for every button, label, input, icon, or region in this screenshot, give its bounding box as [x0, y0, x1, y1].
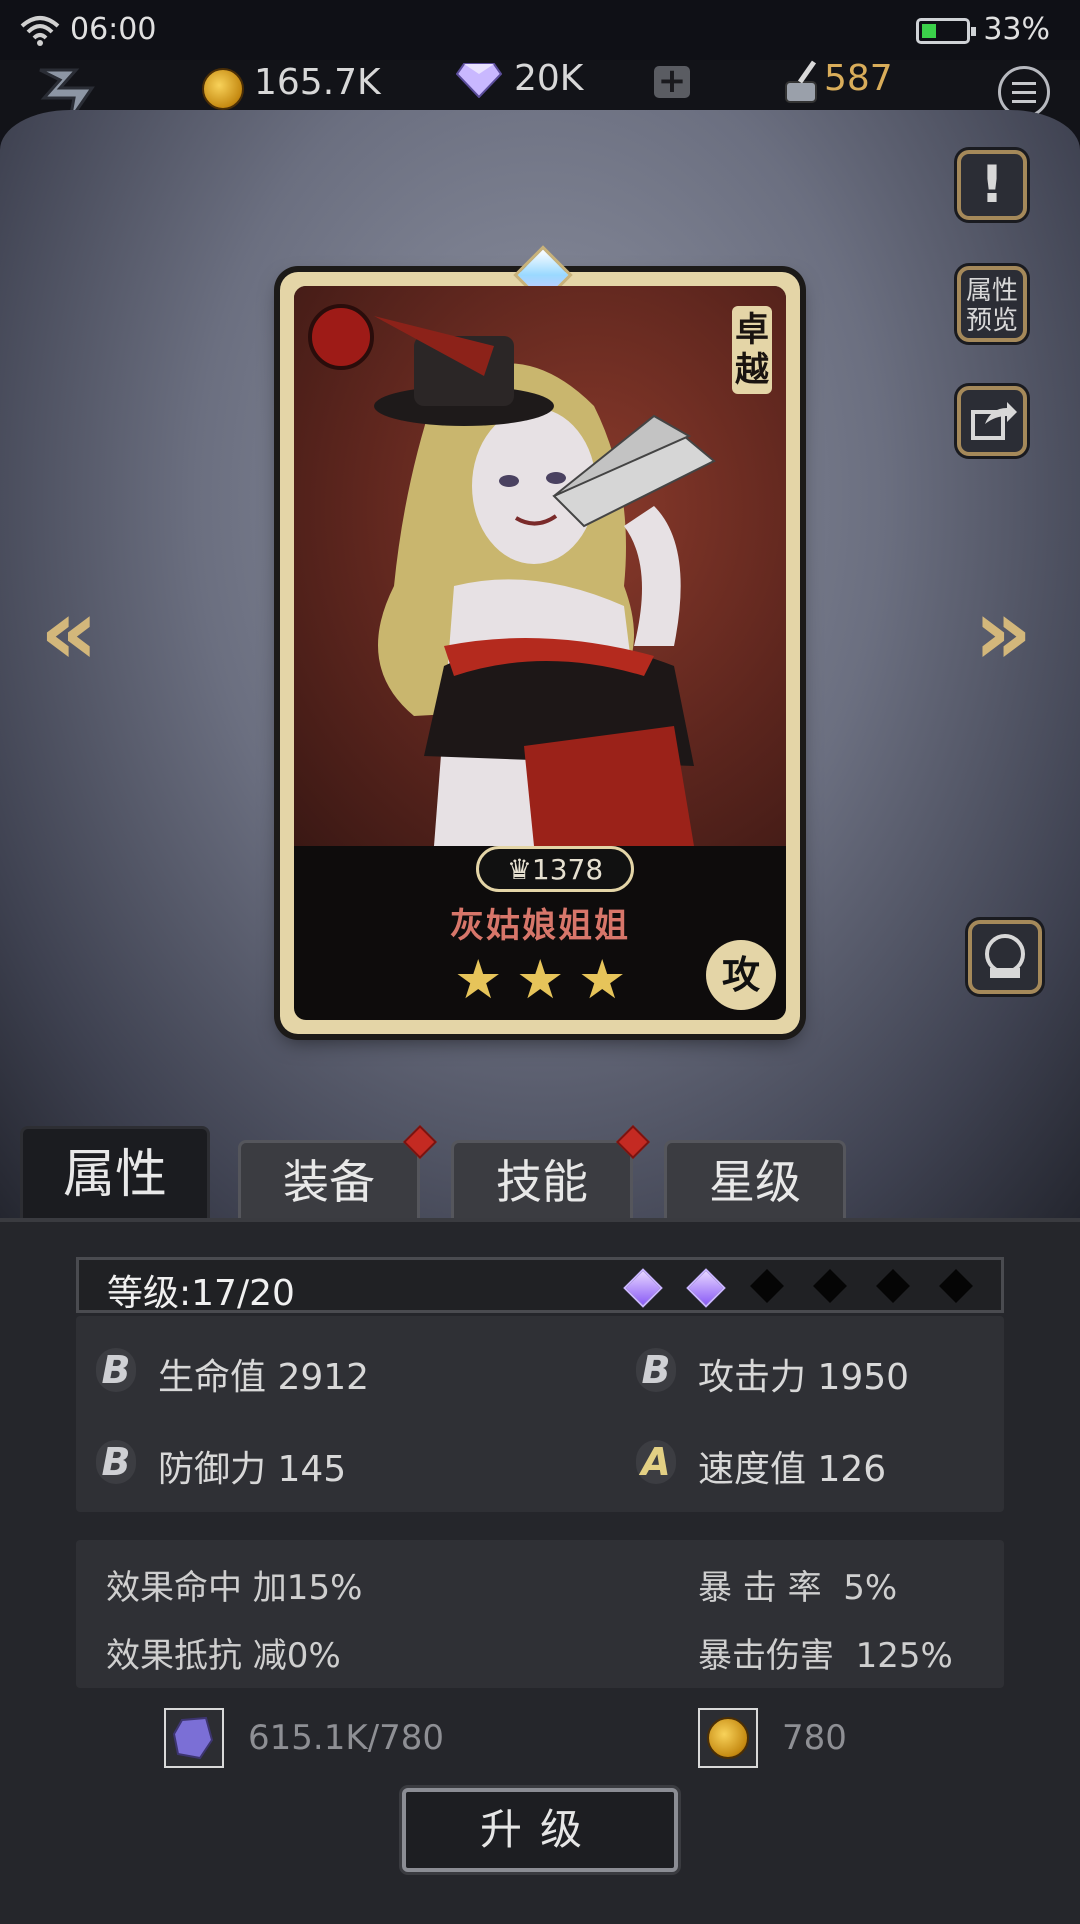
share-icon: [971, 402, 1017, 440]
ink-amount: 587: [824, 58, 893, 99]
crystal-cost: 615.1K/780: [248, 1718, 444, 1758]
tab-3[interactable]: 星级: [664, 1140, 846, 1220]
diamond-icon: [456, 63, 502, 98]
crit-rate: 暴 击 率 5%: [698, 1568, 898, 1608]
share-button[interactable]: [957, 386, 1027, 456]
level-gem-empty: [750, 1269, 784, 1303]
stat-def-text: 防御力 145: [158, 1449, 347, 1490]
hero-name: 灰姑娘姐姐: [450, 906, 630, 946]
tab-2[interactable]: 技能: [451, 1140, 633, 1220]
crown-icon: ♛: [506, 853, 532, 886]
tab-1[interactable]: 装备: [238, 1140, 420, 1220]
level-gem-empty: [939, 1269, 973, 1303]
voice-button[interactable]: [968, 920, 1042, 994]
grade-badge: A: [636, 1440, 676, 1484]
status-bar: 06:00 33%: [0, 0, 1080, 60]
add-diamonds-button[interactable]: +: [654, 64, 690, 98]
clock: 06:00: [70, 12, 157, 47]
hero-portrait: [294, 286, 786, 846]
gold-coin-icon: [202, 68, 244, 110]
star-icon: ★: [516, 948, 565, 1011]
crit-dmg: 暴击伤害 125%: [698, 1636, 953, 1676]
gold-cost: 780: [782, 1718, 847, 1758]
level-text: 等级:17/20: [107, 1273, 295, 1314]
level-gem-empty: [876, 1269, 910, 1303]
upgrade-button[interactable]: 升级: [402, 1788, 678, 1872]
hero-card[interactable]: 卓越 ♛1378 灰姑娘姐姐 ★ ★ ★ 攻: [280, 245, 800, 1034]
level-bar: 等级:17/20: [76, 1257, 1004, 1314]
effect-res: 效果抵抗 减0%: [106, 1636, 341, 1676]
effect-hit: 效果命中 加15%: [106, 1568, 363, 1608]
wifi-icon: [20, 16, 60, 46]
star-icon: ★: [578, 948, 627, 1011]
level-gem-filled: [686, 1268, 726, 1308]
star-icon: ★: [454, 948, 503, 1011]
grade-badge: B: [96, 1348, 136, 1392]
rank-label: 卓越: [732, 306, 772, 394]
hero-illustration: [374, 316, 716, 846]
crystal-cost-icon: [164, 1708, 224, 1768]
diamond-amount: 20K: [514, 58, 584, 99]
next-hero-arrow[interactable]: »: [974, 580, 1032, 685]
battery-icon: [916, 18, 976, 44]
level-gem-empty: [813, 1269, 847, 1303]
level-gem-filled: [623, 1268, 663, 1308]
prev-hero-arrow[interactable]: «: [40, 580, 98, 685]
fire-element-icon: [308, 304, 374, 370]
ink-bottle-icon: [785, 60, 817, 103]
stat-spd-text: 速度值 126: [698, 1449, 887, 1490]
power-value: 1378: [531, 853, 604, 886]
grade-badge: B: [96, 1440, 136, 1484]
battery-percent: 33%: [983, 12, 1050, 47]
gold-amount: 165.7K: [254, 62, 381, 103]
tab-0[interactable]: 属性: [20, 1126, 210, 1220]
battery-fill: [922, 24, 936, 38]
dialog-icon: [985, 934, 1025, 978]
stat-hp-text: 生命值 2912: [158, 1357, 370, 1398]
stat-atk-text: 攻击力 1950: [698, 1357, 910, 1398]
attr-preview-button[interactable]: 属性 预览: [957, 266, 1027, 342]
power-badge: ♛1378: [476, 846, 634, 892]
gold-cost-icon: [698, 1708, 758, 1768]
role-badge: 攻: [706, 940, 776, 1010]
grade-badge: B: [636, 1348, 676, 1392]
info-button[interactable]: !: [957, 150, 1027, 220]
